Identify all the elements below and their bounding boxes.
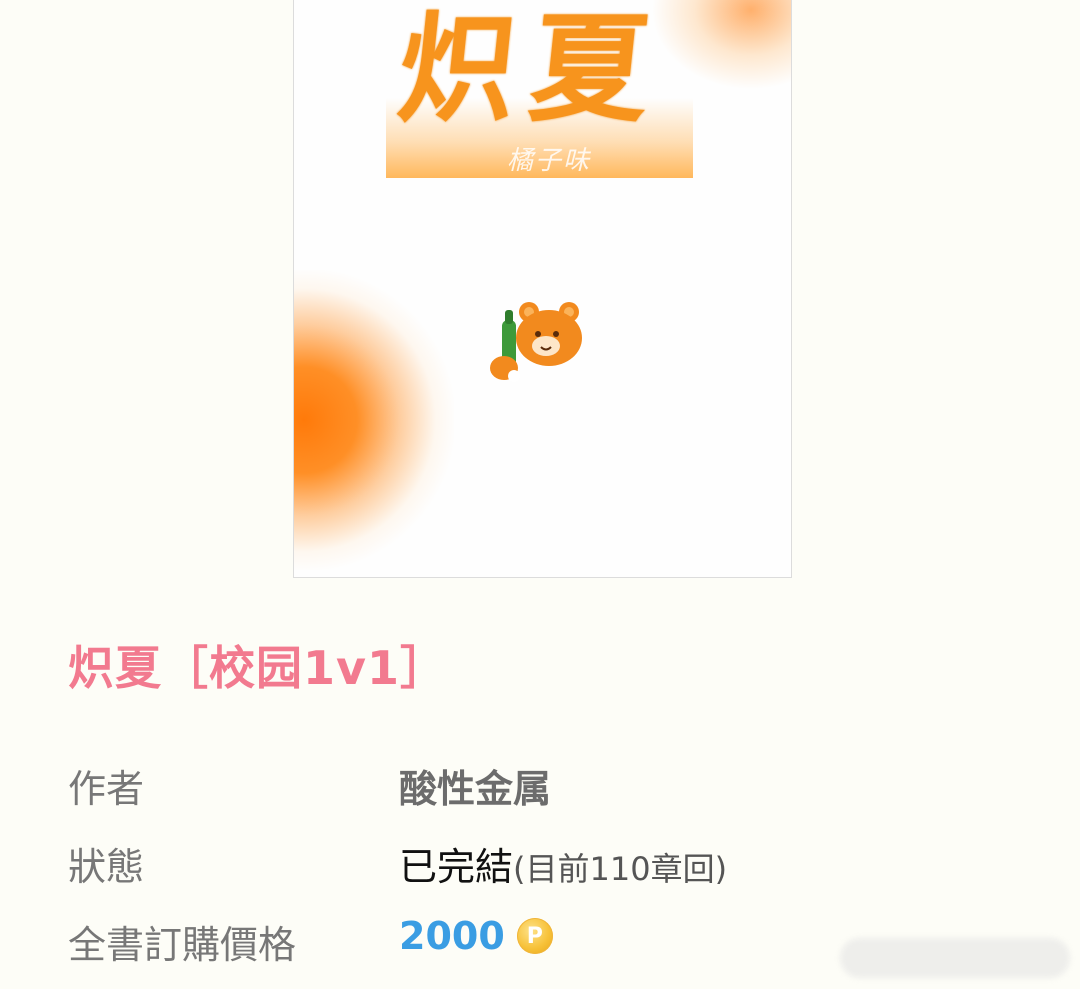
price-value-group: 2000 P — [399, 914, 553, 958]
book-cover-image[interactable]: 炽夏 橘子味 — [293, 0, 792, 578]
price-label: 全書訂購價格 — [68, 923, 297, 967]
mascot-bear-icon — [490, 302, 582, 382]
price-row: 全書訂購價格 2000 P — [68, 914, 968, 974]
book-title: 炽夏［校园1v1］ — [68, 641, 447, 695]
price-value: 2000 — [399, 914, 505, 958]
cover-glow-left — [294, 270, 454, 570]
status-row: 狀態 已完結(目前110章回) — [68, 836, 968, 896]
author-row: 作者 酸性金属 — [68, 758, 968, 818]
coin-icon: P — [516, 918, 553, 954]
watermark — [840, 938, 1070, 978]
cover-signature: 橘子味 — [507, 146, 592, 176]
status-value: 已完結 — [399, 845, 514, 889]
status-chapter-count: (目前110章回) — [513, 850, 728, 888]
status-label: 狀態 — [68, 845, 145, 889]
status-value-group: 已完結(目前110章回) — [399, 836, 727, 891]
author-link[interactable]: 酸性金属 — [399, 758, 551, 813]
cover-title-art: 炽夏 — [391, 0, 671, 138]
author-label: 作者 — [68, 767, 145, 811]
